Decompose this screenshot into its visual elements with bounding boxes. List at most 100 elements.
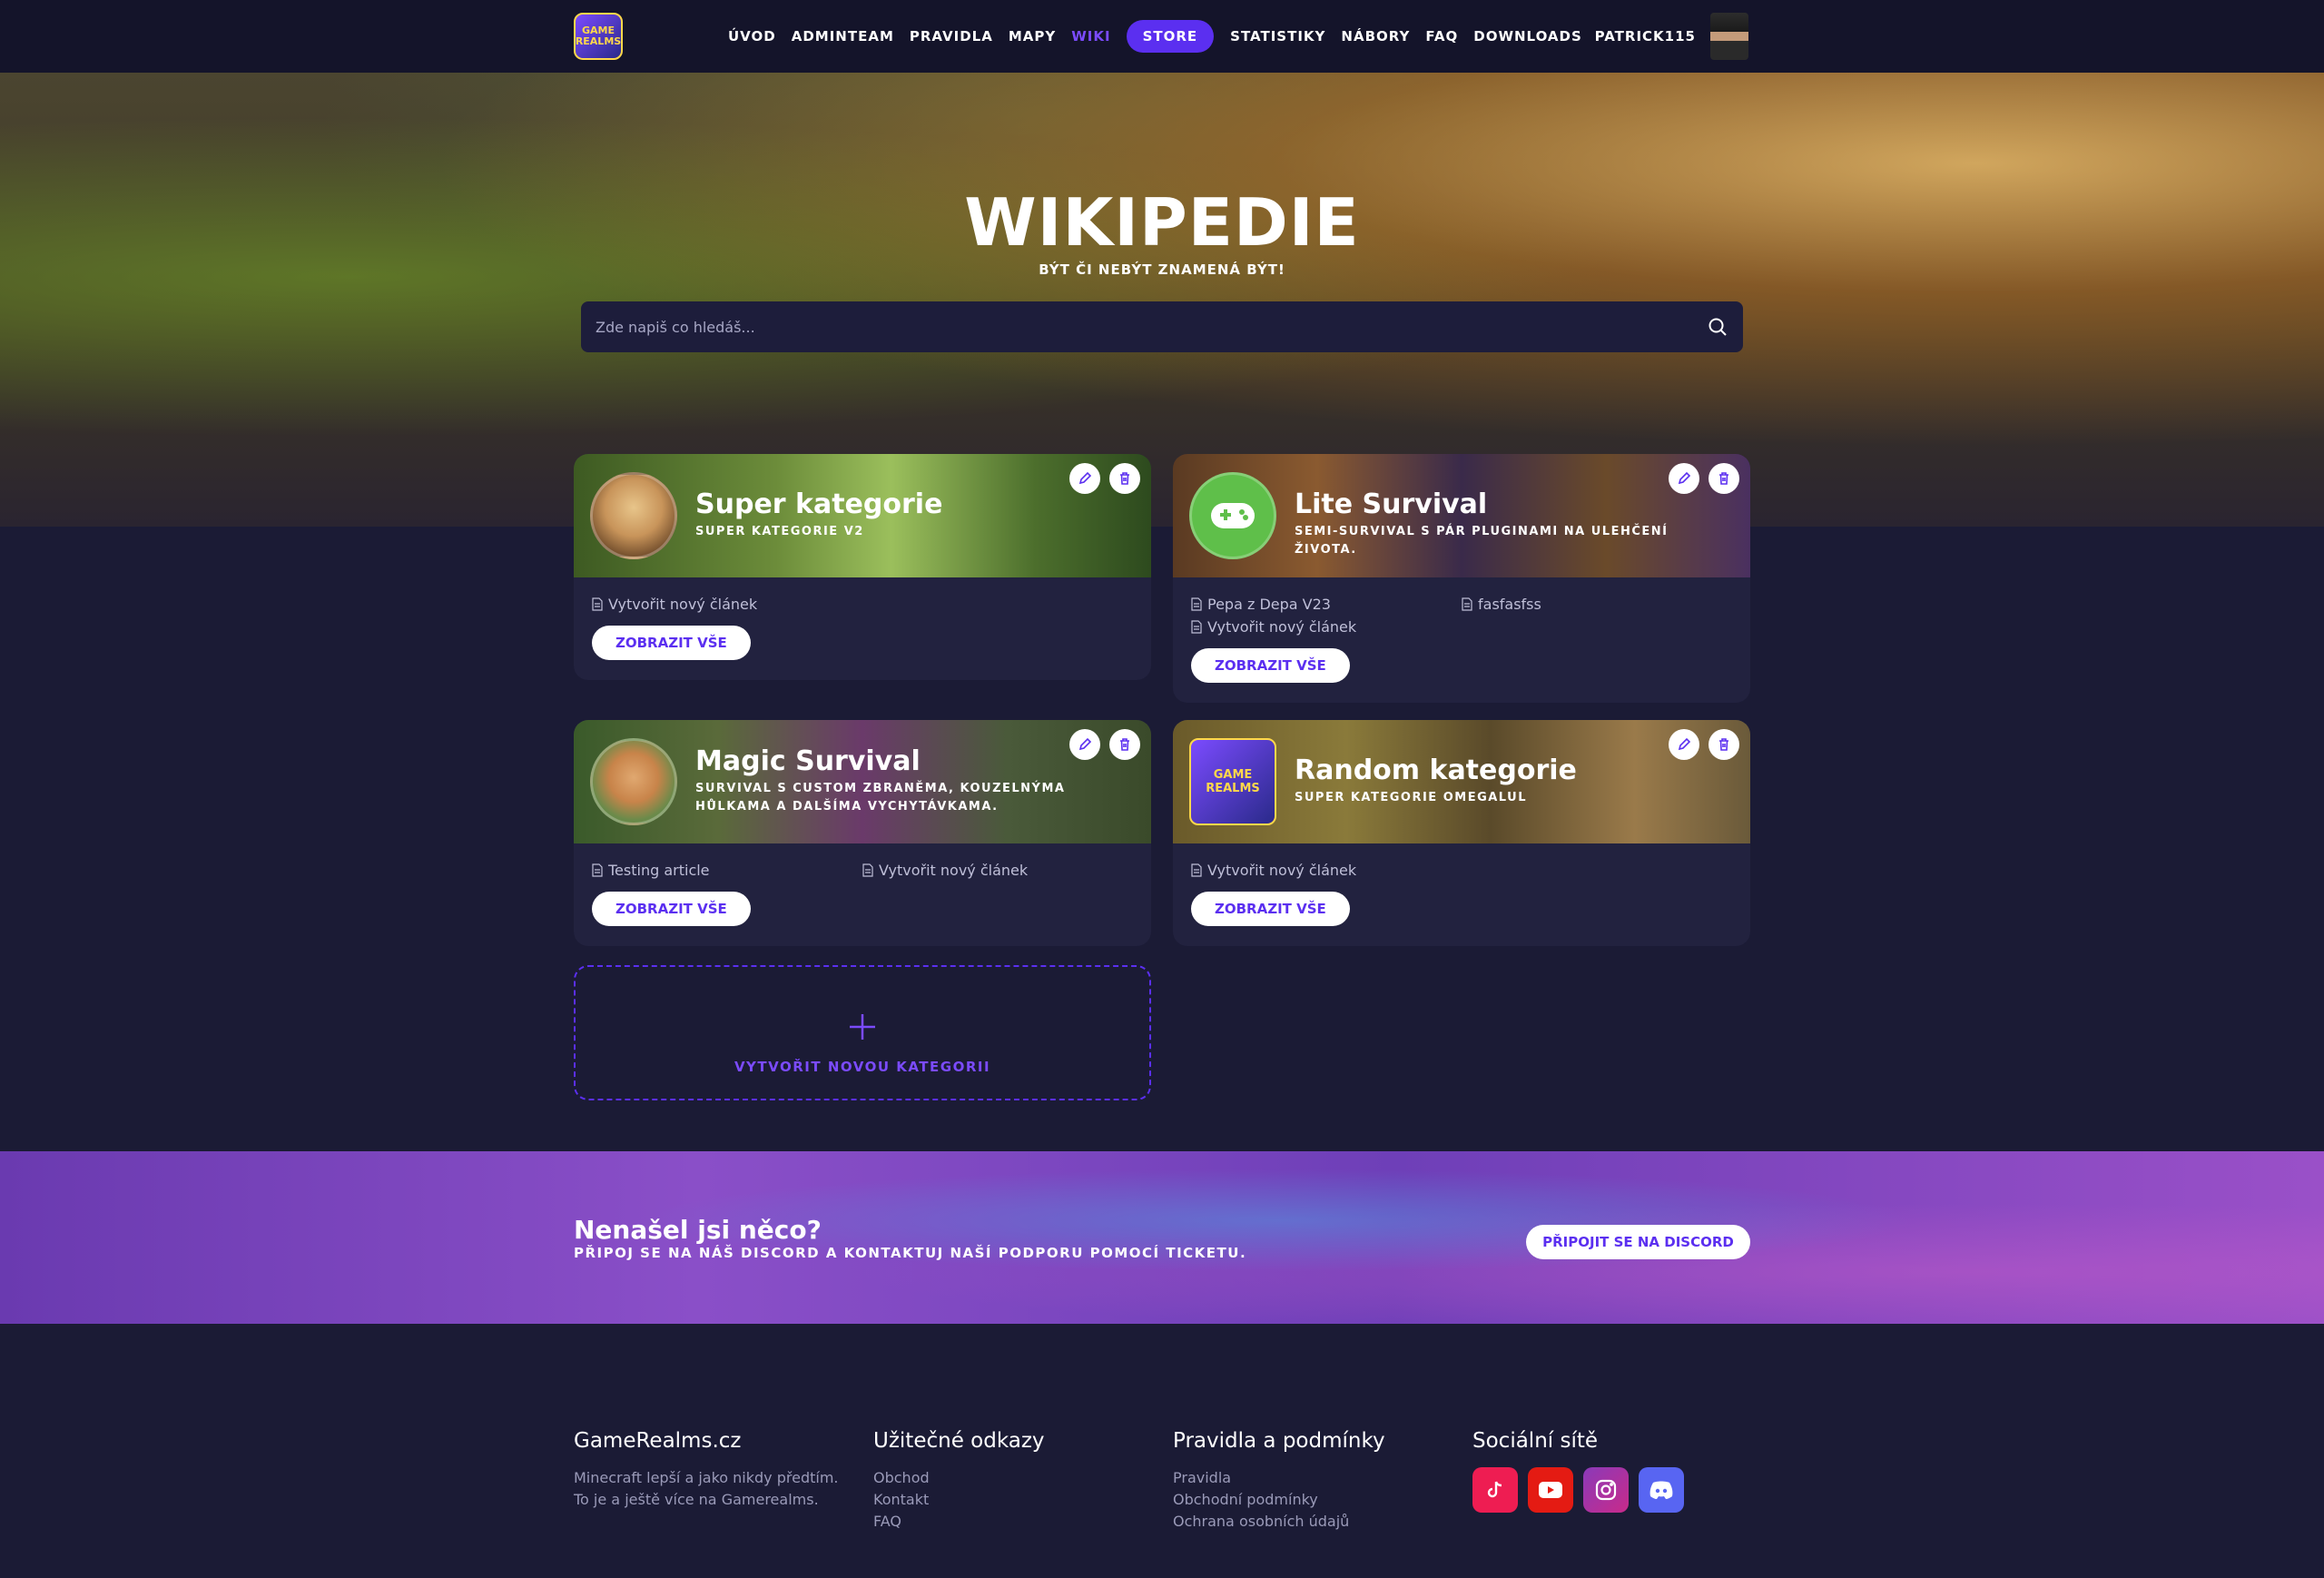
article-title: fasfasfss bbox=[1478, 596, 1541, 613]
nav-item-store[interactable]: STORE bbox=[1126, 20, 1215, 53]
footer-heading: GameRealms.cz bbox=[574, 1429, 742, 1453]
footer-socials: Sociální sítě bbox=[1472, 1429, 1684, 1513]
pencil-icon bbox=[1678, 471, 1691, 485]
category-banner: Lite Survival SEMI-SURVIVAL S PÁR PLUGIN… bbox=[1173, 454, 1750, 577]
category-title: Lite Survival bbox=[1295, 488, 1488, 520]
instagram-link[interactable] bbox=[1583, 1467, 1629, 1513]
article-link[interactable]: Testing article bbox=[592, 862, 862, 879]
discord-link[interactable] bbox=[1639, 1467, 1684, 1513]
site-logo[interactable]: GAME REALMS bbox=[574, 13, 623, 60]
nav-item-downloads[interactable]: DOWNLOADS bbox=[1473, 28, 1582, 44]
category-title: Random kategorie bbox=[1295, 754, 1577, 786]
delete-button[interactable] bbox=[1109, 729, 1140, 760]
article-title: Vytvořit nový článek bbox=[1207, 862, 1357, 879]
instagram-icon bbox=[1595, 1479, 1617, 1501]
nav-item-nabory[interactable]: NÁBORY bbox=[1341, 28, 1410, 44]
nav-item-mapy[interactable]: MAPY bbox=[1009, 28, 1056, 44]
footer: GameRealms.cz Minecraft lepší a jako nik… bbox=[0, 1324, 2324, 1578]
show-all-button[interactable]: ZOBRAZIT VŠE bbox=[592, 892, 751, 926]
youtube-link[interactable] bbox=[1528, 1467, 1573, 1513]
nav-item-wiki[interactable]: WIKI bbox=[1071, 28, 1110, 44]
user-menu[interactable]: PATRICK115 bbox=[1595, 0, 1748, 73]
category-card-random: GAME REALMS Random kategorie SUPER KATEG… bbox=[1173, 720, 1750, 946]
create-category-button[interactable]: VYTVOŘIT NOVOU KATEGORII bbox=[574, 965, 1151, 1100]
article-title: Pepa z Depa V23 bbox=[1207, 596, 1331, 613]
search-bar bbox=[581, 301, 1743, 352]
document-icon bbox=[1191, 620, 1202, 634]
document-icon bbox=[1462, 597, 1472, 611]
delete-button[interactable] bbox=[1709, 463, 1739, 494]
main-menu: ÚVOD ADMINTEAM PRAVIDLA MAPY WIKI STORE … bbox=[728, 0, 1598, 73]
delete-button[interactable] bbox=[1709, 729, 1739, 760]
join-discord-button[interactable]: PŘIPOJIT SE NA DISCORD bbox=[1526, 1225, 1750, 1259]
article-link[interactable]: Pepa z Depa V23 bbox=[1191, 596, 1462, 613]
category-description: SURVIVAL S CUSTOM ZBRANĚMA, KOUZELNÝMA H… bbox=[695, 782, 1066, 814]
discord-banner: Nenašel jsi něco? PŘIPOJ SE NA NÁŠ DISCO… bbox=[0, 1151, 2324, 1324]
category-thumbnail bbox=[590, 472, 677, 559]
footer-link-pravidla[interactable]: Pravidla bbox=[1173, 1467, 1385, 1489]
hero-background bbox=[0, 73, 2324, 527]
footer-link-kontakt[interactable]: Kontakt bbox=[873, 1489, 1045, 1511]
user-name: PATRICK115 bbox=[1594, 28, 1696, 44]
edit-button[interactable] bbox=[1669, 463, 1699, 494]
category-banner: GAME REALMS Random kategorie SUPER KATEG… bbox=[1173, 720, 1750, 843]
category-actions bbox=[1069, 729, 1140, 760]
banner-subtitle: PŘIPOJ SE NA NÁŠ DISCORD A KONTAKTUJ NAŠ… bbox=[574, 1245, 1247, 1261]
category-description: SUPER KATEGORIE V2 bbox=[695, 525, 864, 538]
category-card-lite-survival: Lite Survival SEMI-SURVIVAL S PÁR PLUGIN… bbox=[1173, 454, 1750, 703]
search-input[interactable] bbox=[581, 301, 1689, 352]
nav-item-uvod[interactable]: ÚVOD bbox=[728, 28, 776, 44]
trash-icon bbox=[1719, 472, 1728, 485]
nav-item-statistiky[interactable]: STATISTIKY bbox=[1230, 28, 1325, 44]
article-list: Vytvořit nový článek bbox=[1191, 862, 1732, 879]
footer-useful-links: Užitečné odkazy Obchod Kontakt FAQ bbox=[873, 1429, 1045, 1533]
article-link[interactable]: Vytvořit nový článek bbox=[1191, 618, 1462, 636]
nav-item-faq[interactable]: FAQ bbox=[1425, 28, 1458, 44]
trash-icon bbox=[1719, 738, 1728, 751]
article-title: Vytvořit nový článek bbox=[1207, 618, 1357, 636]
page-subtitle: BÝT ČI NEBÝT ZNAMENÁ BÝT! bbox=[1039, 261, 1285, 278]
document-icon bbox=[1191, 863, 1202, 877]
article-link[interactable]: fasfasfss bbox=[1462, 596, 1732, 613]
document-icon bbox=[592, 597, 603, 611]
plus-icon bbox=[850, 1014, 875, 1040]
article-title: Vytvořit nový článek bbox=[608, 596, 758, 613]
footer-rules: Pravidla a podmínky Pravidla Obchodní po… bbox=[1173, 1429, 1385, 1533]
edit-button[interactable] bbox=[1069, 729, 1100, 760]
article-link[interactable]: Vytvořit nový článek bbox=[1191, 862, 1462, 879]
show-all-button[interactable]: ZOBRAZIT VŠE bbox=[1191, 648, 1350, 683]
category-actions bbox=[1669, 729, 1739, 760]
category-card-super: Super kategorie SUPER KATEGORIE V2 Vytvo… bbox=[574, 454, 1151, 680]
search-icon[interactable] bbox=[1707, 316, 1728, 338]
nav-item-adminteam[interactable]: ADMINTEAM bbox=[792, 28, 894, 44]
article-title: Testing article bbox=[608, 862, 710, 879]
delete-button[interactable] bbox=[1109, 463, 1140, 494]
create-category-label: VYTVOŘIT NOVOU KATEGORII bbox=[734, 1059, 991, 1075]
tiktok-link[interactable] bbox=[1472, 1467, 1518, 1513]
category-description: SUPER KATEGORIE OMEGALUL bbox=[1295, 791, 1527, 804]
edit-button[interactable] bbox=[1669, 729, 1699, 760]
footer-link-obchod[interactable]: Obchod bbox=[873, 1467, 1045, 1489]
nav-item-pravidla[interactable]: PRAVIDLA bbox=[910, 28, 993, 44]
edit-button[interactable] bbox=[1069, 463, 1100, 494]
trash-icon bbox=[1120, 738, 1129, 751]
pencil-icon bbox=[1078, 737, 1092, 751]
article-list: Testing article Vytvořit nový článek bbox=[592, 862, 1133, 879]
footer-link-ochrana-udaju[interactable]: Ochrana osobních údajů bbox=[1173, 1511, 1385, 1533]
category-actions bbox=[1069, 463, 1140, 494]
article-link[interactable]: Vytvořit nový článek bbox=[592, 596, 862, 613]
footer-text: Minecraft lepší a jako nikdy předtím. bbox=[574, 1469, 839, 1486]
show-all-button[interactable]: ZOBRAZIT VŠE bbox=[1191, 892, 1350, 926]
category-thumbnail: GAME REALMS bbox=[1189, 738, 1276, 825]
footer-about: GameRealms.cz Minecraft lepší a jako nik… bbox=[574, 1429, 838, 1511]
footer-link-faq[interactable]: FAQ bbox=[873, 1511, 1045, 1533]
show-all-button[interactable]: ZOBRAZIT VŠE bbox=[592, 626, 751, 660]
footer-link-obchodni-podminky[interactable]: Obchodní podmínky bbox=[1173, 1489, 1385, 1511]
document-icon bbox=[1191, 597, 1202, 611]
category-thumbnail bbox=[1189, 472, 1276, 559]
user-avatar bbox=[1710, 13, 1748, 60]
article-link[interactable]: Vytvořit nový článek bbox=[862, 862, 1133, 879]
document-icon bbox=[592, 863, 603, 877]
category-title: Super kategorie bbox=[695, 488, 943, 520]
category-thumbnail bbox=[590, 738, 677, 825]
